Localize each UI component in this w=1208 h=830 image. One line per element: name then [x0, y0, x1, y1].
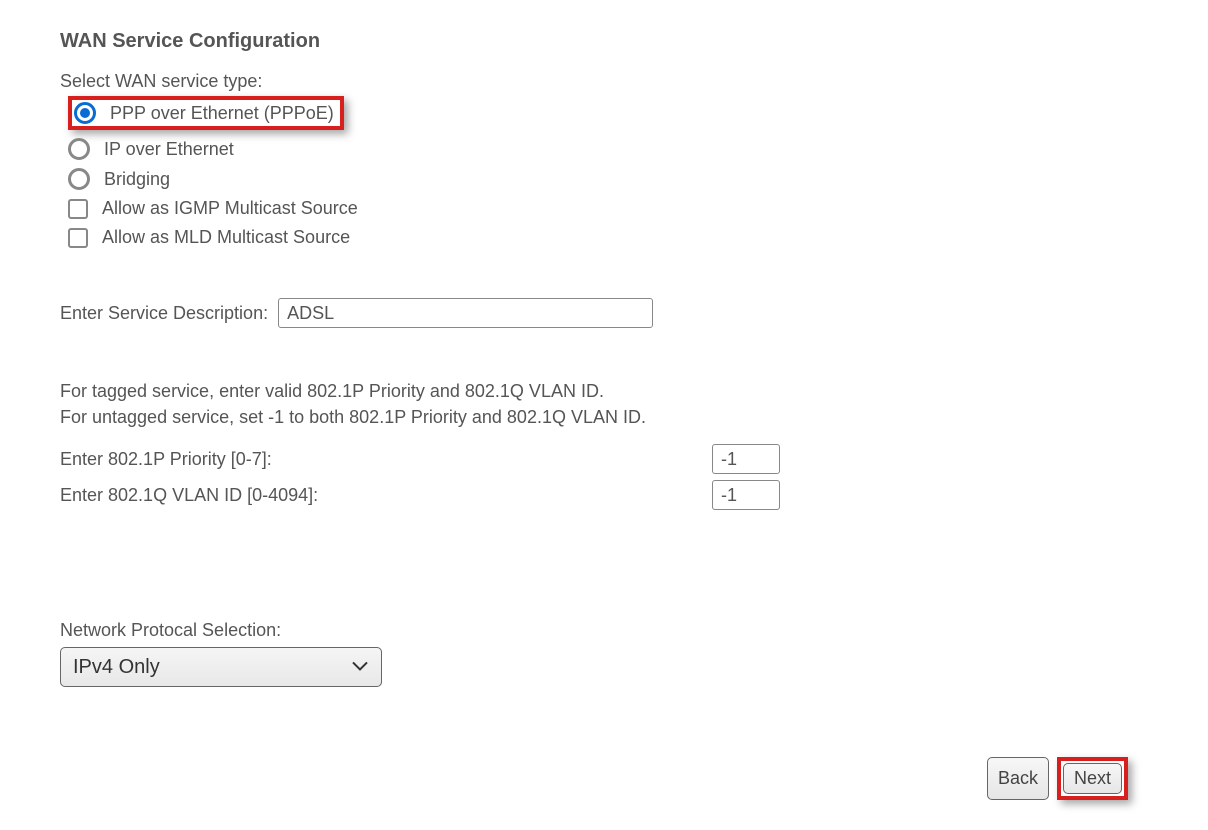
- checkbox-icon: [68, 199, 88, 219]
- checkbox-label: Allow as MLD Multicast Source: [102, 227, 350, 248]
- radio-option-bridging[interactable]: Bridging: [68, 168, 1148, 190]
- page-title: WAN Service Configuration: [60, 30, 1148, 53]
- checkbox-label: Allow as IGMP Multicast Source: [102, 198, 358, 219]
- next-button-highlight: Next: [1057, 757, 1128, 800]
- wan-service-config-page: WAN Service Configuration Select WAN ser…: [0, 0, 1208, 830]
- help-line-2: For untagged service, set -1 to both 802…: [60, 404, 1148, 430]
- button-row: Back Next: [60, 757, 1148, 800]
- protocol-block: Network Protocal Selection: IPv4 Only: [60, 620, 1148, 687]
- radio-label: IP over Ethernet: [104, 139, 234, 160]
- protocol-selected-value: IPv4 Only: [73, 656, 160, 679]
- radio-option-pppoe[interactable]: PPP over Ethernet (PPPoE): [68, 96, 344, 130]
- checkbox-igmp-multicast[interactable]: Allow as IGMP Multicast Source: [68, 198, 1148, 219]
- checkbox-icon: [68, 228, 88, 248]
- protocol-label: Network Protocal Selection:: [60, 620, 1148, 641]
- radio-label: PPP over Ethernet (PPPoE): [110, 103, 334, 124]
- service-description-input[interactable]: [278, 298, 653, 328]
- radio-label: Bridging: [104, 169, 170, 190]
- vlan-row: Enter 802.1Q VLAN ID [0-4094]:: [60, 480, 780, 510]
- radio-icon: [68, 168, 90, 190]
- service-type-radio-group: PPP over Ethernet (PPPoE) IP over Ethern…: [68, 98, 1148, 248]
- checkbox-mld-multicast[interactable]: Allow as MLD Multicast Source: [68, 227, 1148, 248]
- service-type-label: Select WAN service type:: [60, 71, 1148, 92]
- radio-icon: [74, 102, 96, 124]
- service-description-label: Enter Service Description:: [60, 303, 268, 324]
- protocol-select[interactable]: IPv4 Only: [60, 647, 382, 687]
- radio-option-ipoe[interactable]: IP over Ethernet: [68, 138, 1148, 160]
- priority-row: Enter 802.1P Priority [0-7]:: [60, 444, 780, 474]
- next-button[interactable]: Next: [1063, 763, 1122, 794]
- help-text: For tagged service, enter valid 802.1P P…: [60, 378, 1148, 430]
- back-button[interactable]: Back: [987, 757, 1049, 800]
- help-line-1: For tagged service, enter valid 802.1P P…: [60, 378, 1148, 404]
- priority-input[interactable]: [712, 444, 780, 474]
- radio-icon: [68, 138, 90, 160]
- service-description-row: Enter Service Description:: [60, 298, 1148, 328]
- vlan-input[interactable]: [712, 480, 780, 510]
- priority-label: Enter 802.1P Priority [0-7]:: [60, 449, 272, 470]
- vlan-label: Enter 802.1Q VLAN ID [0-4094]:: [60, 485, 318, 506]
